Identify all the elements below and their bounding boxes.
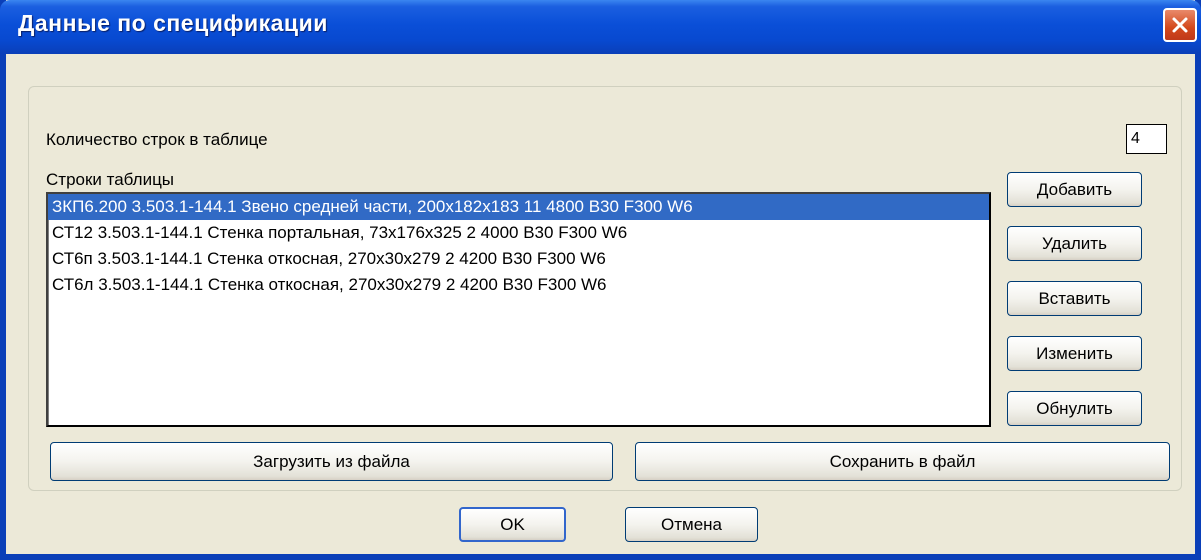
close-button[interactable] [1163, 8, 1197, 42]
row-count-label: Количество строк в таблице [46, 130, 268, 149]
window-title: Данные по спецификации [18, 10, 328, 36]
reset-button[interactable]: Обнулить [1007, 391, 1142, 426]
load-from-file-button[interactable]: Загрузить из файла [50, 442, 613, 481]
close-icon [1170, 15, 1190, 35]
add-button[interactable]: Добавить [1007, 172, 1142, 207]
insert-button[interactable]: Вставить [1007, 281, 1142, 316]
cancel-button[interactable]: Отмена [625, 507, 758, 542]
table-rows-label: Строки таблицы [46, 170, 175, 189]
list-item[interactable]: СТ6п 3.503.1-144.1 Стенка откосная, 270x… [48, 246, 989, 272]
title-bar[interactable]: Данные по спецификации [0, 0, 1201, 54]
save-to-file-button[interactable]: Сохранить в файл [635, 442, 1170, 481]
table-rows-listbox[interactable]: ЗКП6.200 3.503.1-144.1 Звено средней час… [46, 192, 991, 427]
ok-button[interactable]: OK [459, 507, 566, 542]
delete-button[interactable]: Удалить [1007, 226, 1142, 261]
row-count-field[interactable]: 4 [1126, 124, 1167, 154]
list-item[interactable]: СТ12 3.503.1-144.1 Стенка портальная, 73… [48, 220, 989, 246]
edit-button[interactable]: Изменить [1007, 336, 1142, 371]
list-item[interactable]: ЗКП6.200 3.503.1-144.1 Звено средней час… [48, 194, 989, 220]
list-item[interactable]: СТ6л 3.503.1-144.1 Стенка откосная, 270x… [48, 272, 989, 298]
